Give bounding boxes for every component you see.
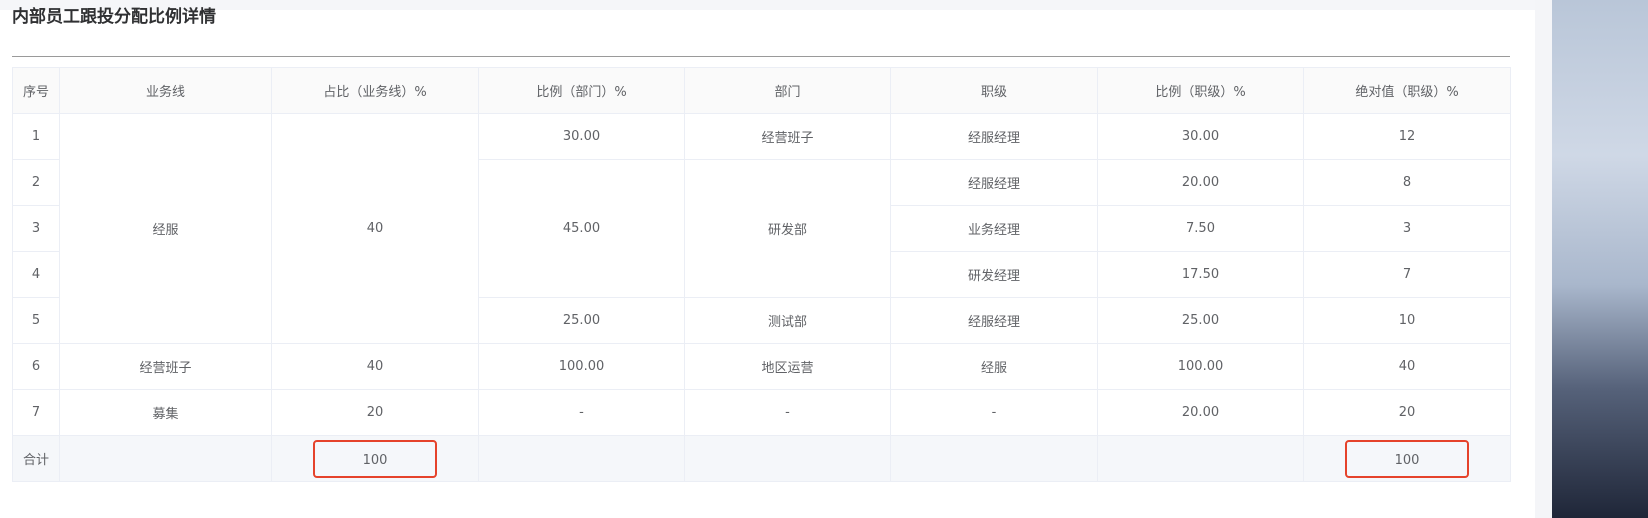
header-dept-pct[interactable]: 比例（部门）% [478, 67, 685, 114]
table-header-row: 序号 业务线 占比（业务线）% 比例（部门）% 部门 职级 比例（职级）% 绝对… [12, 67, 1511, 114]
cell-no: 1 [12, 113, 60, 160]
cell-abs: 8 [1303, 159, 1511, 206]
cell-dept-pct: 45.00 [478, 159, 685, 298]
cell-business-line: 经营班子 [59, 343, 272, 390]
cell-level: 经服经理 [890, 113, 1098, 160]
top-strip [0, 0, 1580, 10]
total-empty-cell [1097, 435, 1304, 482]
cell-abs: 7 [1303, 251, 1511, 298]
total-empty-cell [478, 435, 685, 482]
header-abs-pct[interactable]: 绝对值（职级）% [1303, 67, 1511, 114]
header-business-line[interactable]: 业务线 [59, 67, 272, 114]
header-no[interactable]: 序号 [12, 67, 60, 114]
cell-level: 经服经理 [890, 159, 1098, 206]
total-abs-highlight: 100 [1345, 439, 1469, 478]
header-level-pct[interactable]: 比例（职级）% [1097, 67, 1304, 114]
total-abs-cell: 100 [1303, 435, 1511, 482]
total-line-pct-highlight: 100 [313, 439, 437, 478]
cell-line-pct: 20 [271, 389, 479, 436]
cell-level-pct: 17.50 [1097, 251, 1304, 298]
cell-no: 2 [12, 159, 60, 206]
cell-department: - [684, 389, 891, 436]
cell-no: 5 [12, 297, 60, 344]
cell-level: 研发经理 [890, 251, 1098, 298]
cell-level: 业务经理 [890, 205, 1098, 252]
page-title: 内部员工跟投分配比例详情 [12, 7, 216, 27]
cell-level-pct: 100.00 [1097, 343, 1304, 390]
cell-no: 6 [12, 343, 60, 390]
cell-level-pct: 30.00 [1097, 113, 1304, 160]
header-level[interactable]: 职级 [890, 67, 1098, 114]
total-empty-cell [684, 435, 891, 482]
cell-level-pct: 20.00 [1097, 159, 1304, 206]
title-divider [12, 56, 1510, 57]
cell-business-line: 经服 [59, 113, 272, 344]
table-row: 7 募集 20 - - - 20.00 20 [12, 389, 1511, 436]
cell-business-line: 募集 [59, 389, 272, 436]
cell-line-pct: 40 [271, 343, 479, 390]
total-label: 合计 [12, 435, 60, 482]
cell-department: 测试部 [684, 297, 891, 344]
cell-dept-pct: 30.00 [478, 113, 685, 160]
allocation-table: 序号 业务线 占比（业务线）% 比例（部门）% 部门 职级 比例（职级）% 绝对… [12, 67, 1511, 482]
cell-abs: 10 [1303, 297, 1511, 344]
header-line-pct[interactable]: 占比（业务线）% [271, 67, 479, 114]
cell-dept-pct: - [478, 389, 685, 436]
cell-abs: 3 [1303, 205, 1511, 252]
cell-no: 4 [12, 251, 60, 298]
cell-no: 7 [12, 389, 60, 436]
cell-level-pct: 20.00 [1097, 389, 1304, 436]
cell-no: 3 [12, 205, 60, 252]
cell-dept-pct: 100.00 [478, 343, 685, 390]
total-line-pct-cell: 100 [271, 435, 479, 482]
table-row: 6 经营班子 40 100.00 地区运营 经服 100.00 40 [12, 343, 1511, 390]
total-row: 合计 100 100 [12, 435, 1511, 482]
cell-dept-pct: 25.00 [478, 297, 685, 344]
desktop-background [1552, 0, 1648, 518]
cell-line-pct: 40 [271, 113, 479, 344]
cell-abs: 12 [1303, 113, 1511, 160]
total-empty-cell [890, 435, 1098, 482]
cell-department: 地区运营 [684, 343, 891, 390]
cell-level: 经服 [890, 343, 1098, 390]
cell-level-pct: 25.00 [1097, 297, 1304, 344]
cell-abs: 40 [1303, 343, 1511, 390]
cell-level-pct: 7.50 [1097, 205, 1304, 252]
total-empty-cell [59, 435, 272, 482]
content-panel: 内部员工跟投分配比例详情 序号 业务线 占比（业务线）% 比例（部门）% 部门 … [0, 7, 1535, 518]
cell-level: - [890, 389, 1098, 436]
cell-department: 经营班子 [684, 113, 891, 160]
header-department[interactable]: 部门 [684, 67, 891, 114]
window-edge [1535, 0, 1552, 518]
cell-department: 研发部 [684, 159, 891, 298]
cell-level: 经服经理 [890, 297, 1098, 344]
cell-abs: 20 [1303, 389, 1511, 436]
table-row: 1 经服 40 30.00 经营班子 经服经理 30.00 12 [12, 113, 1511, 344]
